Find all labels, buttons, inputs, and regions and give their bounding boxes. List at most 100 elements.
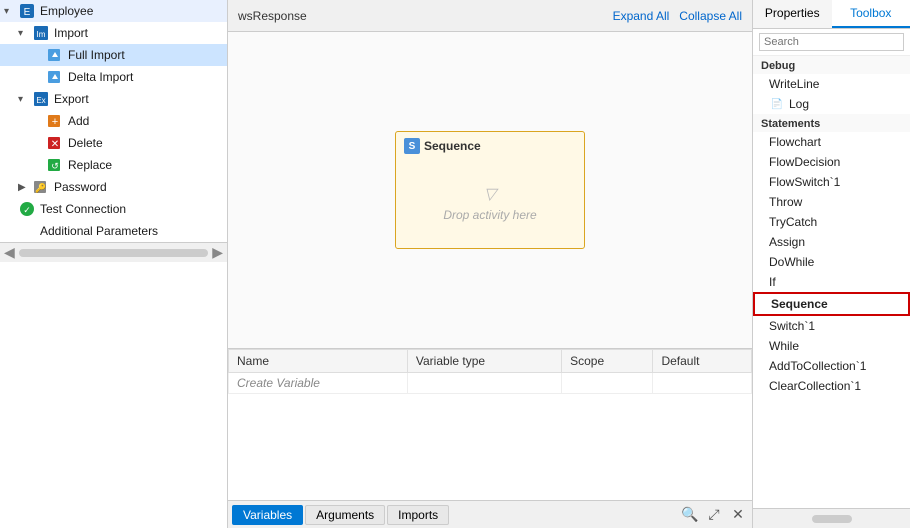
- tree-item-test-connection[interactable]: ✓ Test Connection: [0, 198, 227, 220]
- tree-item-employee[interactable]: ▾EEmployee: [0, 0, 227, 22]
- tree-item-add[interactable]: + Add: [0, 110, 227, 132]
- variables-tabs: Variables Arguments Imports 🔍 ⤢ ✕: [228, 500, 752, 528]
- toolbox-item-trycatch[interactable]: TryCatch: [753, 212, 910, 232]
- variables-table: Name Variable type Scope Default Create …: [228, 349, 752, 500]
- toolbox-item-flowdecision[interactable]: FlowDecision: [753, 152, 910, 172]
- tree-label-employee: Employee: [40, 4, 93, 18]
- scroll-right-icon[interactable]: ▶: [212, 244, 223, 261]
- tab-imports[interactable]: Imports: [387, 505, 449, 525]
- tab-toolbox[interactable]: Toolbox: [832, 0, 910, 28]
- tree-arrow-import[interactable]: ▾: [18, 28, 32, 39]
- toolbox-item-switch-1[interactable]: Switch`1: [753, 316, 910, 336]
- tree-item-password[interactable]: ▶🔑 Password: [0, 176, 227, 198]
- tab-arguments[interactable]: Arguments: [305, 505, 385, 525]
- toolbox-item-assign[interactable]: Assign: [753, 232, 910, 252]
- toolbox-item-dowhile[interactable]: DoWhile: [753, 252, 910, 272]
- tree-item-delta-import[interactable]: Delta Import: [0, 66, 227, 88]
- main-canvas-area: wsResponse Expand All Collapse All S Seq…: [228, 0, 752, 528]
- toolbox-label-clearcollection`1: ClearCollection`1: [769, 379, 861, 393]
- toolbox-label-flowswitch`1: FlowSwitch`1: [769, 175, 840, 189]
- tree-item-replace[interactable]: ↺ Replace: [0, 154, 227, 176]
- toolbox-label-while: While: [769, 339, 799, 353]
- tree-icon-additional-params: [18, 223, 36, 239]
- svg-text:↺: ↺: [51, 161, 59, 171]
- svg-text:🔑: 🔑: [35, 182, 46, 194]
- close-tab-icon[interactable]: ✕: [728, 505, 748, 525]
- toolbox-item-flowchart[interactable]: Flowchart: [753, 132, 910, 152]
- col-type: Variable type: [407, 350, 561, 373]
- tree-label-export: Export: [54, 92, 89, 106]
- tree-label-delete: Delete: [68, 136, 103, 150]
- tree-label-delta-import: Delta Import: [68, 70, 133, 84]
- toolbox-section-debug: Debug: [753, 56, 910, 74]
- expand-tab-icon[interactable]: ⤢: [704, 505, 724, 525]
- tree-label-test-connection: Test Connection: [40, 202, 126, 216]
- toolbox-label-switch`1: Switch`1: [769, 319, 815, 333]
- sequence-label: Sequence: [424, 139, 481, 153]
- toolbox-list: DebugWriteLine📄LogStatementsFlowchartFlo…: [753, 56, 910, 508]
- tree-label-password: Password: [54, 180, 107, 194]
- search-tab-icon[interactable]: 🔍: [680, 505, 700, 525]
- toolbox-item-flowswitch-1[interactable]: FlowSwitch`1: [753, 172, 910, 192]
- toolbox-label-dowhile: DoWhile: [769, 255, 814, 269]
- svg-text:Im: Im: [37, 30, 46, 39]
- canvas-header: wsResponse Expand All Collapse All: [228, 0, 752, 32]
- tree-label-import: Import: [54, 26, 88, 40]
- tree-arrow-export[interactable]: ▾: [18, 94, 32, 105]
- tab-action-icons: 🔍 ⤢ ✕: [680, 505, 748, 525]
- toolbox-item-throw[interactable]: Throw: [753, 192, 910, 212]
- toolbox-icon-log: 📄: [769, 97, 785, 111]
- tree-item-additional-params[interactable]: Additional Parameters: [0, 220, 227, 242]
- drop-text: Drop activity here: [443, 208, 536, 222]
- create-variable-cell[interactable]: Create Variable: [229, 373, 408, 394]
- svg-text:✓: ✓: [23, 205, 31, 215]
- toolbox-item-clearcollection-1[interactable]: ClearCollection`1: [753, 376, 910, 396]
- toolbox-item-if[interactable]: If: [753, 272, 910, 292]
- scroll-bottom-handle[interactable]: [812, 515, 852, 523]
- left-panel-scrollbar[interactable]: ◀ ▶: [0, 242, 227, 262]
- tree-arrow-password[interactable]: ▶: [18, 182, 32, 193]
- tab-variables[interactable]: Variables: [232, 505, 303, 525]
- expand-all-button[interactable]: Expand All: [613, 9, 670, 23]
- col-name: Name: [229, 350, 408, 373]
- col-scope: Scope: [562, 350, 653, 373]
- svg-text:Ex: Ex: [36, 96, 45, 105]
- sequence-title: S Sequence: [404, 138, 576, 154]
- toolbox-item-log[interactable]: 📄Log: [753, 94, 910, 114]
- toolbox-item-sequence[interactable]: Sequence: [753, 292, 910, 316]
- toolbox-search-input[interactable]: [759, 33, 904, 51]
- tree-item-delete[interactable]: ✕ Delete: [0, 132, 227, 154]
- col-default: Default: [653, 350, 752, 373]
- tab-properties[interactable]: Properties: [753, 0, 832, 28]
- toolbox-label-flowchart: Flowchart: [769, 135, 821, 149]
- tree-icon-add: +: [46, 113, 64, 129]
- drop-area[interactable]: ▽ Drop activity here: [404, 164, 576, 242]
- tree-arrow-employee[interactable]: ▾: [4, 6, 18, 17]
- tree-item-import[interactable]: ▾ Im Import: [0, 22, 227, 44]
- toolbox-label-throw: Throw: [769, 195, 802, 209]
- tree-item-export[interactable]: ▾ Ex Export: [0, 88, 227, 110]
- scroll-left-icon[interactable]: ◀: [4, 244, 15, 261]
- right-panel: Properties Toolbox DebugWriteLine📄LogSta…: [752, 0, 910, 528]
- create-variable-row[interactable]: Create Variable: [229, 373, 752, 394]
- toolbox-item-while[interactable]: While: [753, 336, 910, 356]
- tree-label-add: Add: [68, 114, 89, 128]
- default-cell: [653, 373, 752, 394]
- toolbox-item-writeline[interactable]: WriteLine: [753, 74, 910, 94]
- toolbox-item-addtocollection-1[interactable]: AddToCollection`1: [753, 356, 910, 376]
- tree-label-additional-params: Additional Parameters: [40, 224, 158, 238]
- svg-text:✕: ✕: [51, 139, 59, 150]
- toolbox-label-assign: Assign: [769, 235, 805, 249]
- scroll-handle[interactable]: [19, 249, 208, 257]
- tree-icon-password: 🔑: [32, 179, 50, 195]
- toolbox-label-sequence: Sequence: [771, 297, 828, 311]
- tree-icon-import: Im: [32, 25, 50, 41]
- toolbox-label-writeline: WriteLine: [769, 77, 819, 91]
- tree-item-full-import[interactable]: Full Import: [0, 44, 227, 66]
- left-nav-panel: ▾EEmployee▾ImImportFull ImportDelta Impo…: [0, 0, 228, 528]
- toolbox-label-flowdecision: FlowDecision: [769, 155, 840, 169]
- collapse-all-button[interactable]: Collapse All: [679, 9, 742, 23]
- right-panel-scrollbar[interactable]: [753, 508, 910, 528]
- tree-icon-full-import: [46, 47, 64, 63]
- tree-label-replace: Replace: [68, 158, 112, 172]
